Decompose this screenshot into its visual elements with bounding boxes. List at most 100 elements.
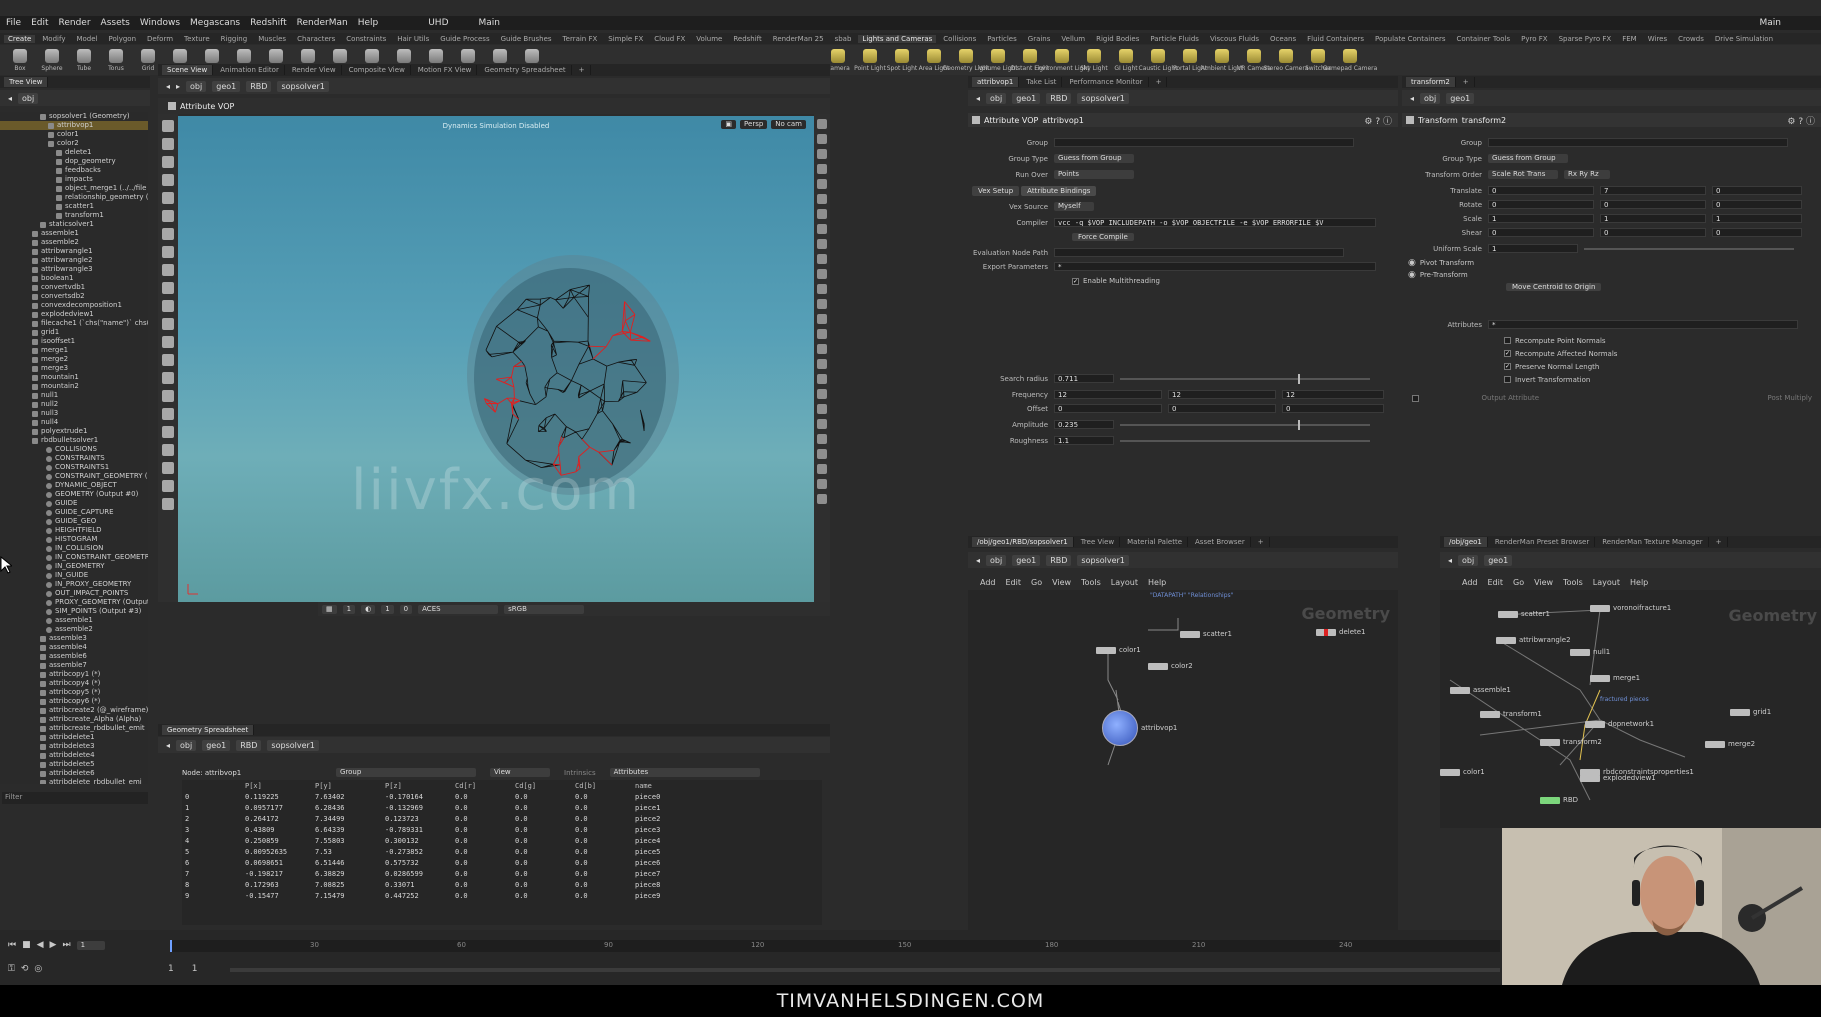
shelf-tab[interactable]: Redshift <box>729 35 765 43</box>
colorspace-menu[interactable]: ACES <box>418 605 498 614</box>
tree-node[interactable]: feedbacks <box>0 166 148 175</box>
network-menu-item[interactable]: Help <box>1148 578 1166 587</box>
network-menu-item[interactable]: View <box>1534 578 1553 587</box>
column-header[interactable]: name <box>632 780 692 791</box>
shelf-tab[interactable]: Guide Brushes <box>497 35 556 43</box>
vop-group-field[interactable] <box>1054 138 1354 147</box>
shelf-tab[interactable]: Oceans <box>1266 35 1300 43</box>
pane-tab[interactable]: Asset Browser <box>1190 537 1251 547</box>
stop-icon[interactable]: ■ <box>22 940 31 950</box>
key-icon[interactable]: ⚿ <box>8 964 15 974</box>
add-tab-icon[interactable]: + <box>1151 77 1168 87</box>
menu-redshift[interactable]: Redshift <box>250 18 287 28</box>
tree-node[interactable]: attribcopy5 (*) <box>0 688 148 697</box>
tree-node[interactable]: transform1 <box>0 211 148 220</box>
display-option-icon[interactable] <box>817 389 827 399</box>
xf-order-menu[interactable]: Scale Rot Trans <box>1488 170 1558 179</box>
shear-z[interactable]: 0 <box>1712 228 1802 237</box>
display-options-icon[interactable]: ▦ <box>322 605 337 614</box>
tab-attribute-bindings[interactable]: Attribute Bindings <box>1021 186 1096 196</box>
shelf-tool[interactable]: Sphere <box>38 49 66 72</box>
path-rbd[interactable]: RBD <box>1046 555 1071 566</box>
vex-source-menu[interactable]: Myself <box>1054 202 1094 211</box>
shelf-tool[interactable]: Volume Light <box>984 49 1012 72</box>
tree-node[interactable]: assemble2 <box>0 238 148 247</box>
tree-node[interactable]: attribdelete_rbdbullet_emi <box>0 778 148 784</box>
tree-node[interactable]: mountain1 <box>0 373 148 382</box>
gamma-value[interactable]: 1 <box>381 605 393 614</box>
uniform-scale-field[interactable]: 1 <box>1488 244 1578 253</box>
output-attribute-checkbox[interactable] <box>1412 395 1419 402</box>
shelf-tab[interactable]: Vellum <box>1057 35 1089 43</box>
tab-geometry-spreadsheet[interactable]: Geometry Spreadsheet <box>162 725 254 735</box>
shelf-tab[interactable]: Constraints <box>342 35 390 43</box>
tree-node[interactable]: isooffset1 <box>0 337 148 346</box>
shelf-tool[interactable]: Gamepad Camera <box>1336 49 1364 72</box>
translate-z[interactable]: 0 <box>1712 186 1802 195</box>
tree-node[interactable]: attribdelete6 <box>0 769 148 778</box>
display-option-icon[interactable] <box>817 254 827 264</box>
network-node[interactable]: assemble1 <box>1450 686 1511 694</box>
tree-node[interactable]: attribcopy4 (*) <box>0 679 148 688</box>
display-menu[interactable]: sRGB <box>504 605 584 614</box>
tree-node[interactable]: attribdelete5 <box>0 760 148 769</box>
expand-icon[interactable]: ◉ <box>1408 258 1416 268</box>
expand-icon[interactable]: ◉ <box>1408 270 1416 280</box>
viewport-tool-icon[interactable] <box>162 264 174 276</box>
display-option-icon[interactable] <box>817 449 827 459</box>
tree-node[interactable]: CONSTRAINTS <box>0 454 148 463</box>
amplitude-slider[interactable] <box>1120 424 1370 426</box>
display-option-icon[interactable] <box>817 149 827 159</box>
tree-node[interactable]: assemble3 <box>0 634 148 643</box>
add-tab-icon[interactable]: + <box>1711 537 1728 547</box>
shelf-tab[interactable]: Pyro FX <box>1517 35 1551 43</box>
viewport-tool-icon[interactable] <box>162 480 174 492</box>
path-obj[interactable]: obj <box>1458 555 1478 566</box>
shelf-tab[interactable]: Polygon <box>105 35 141 43</box>
tree-node[interactable]: boolean1 <box>0 274 148 283</box>
tree-filter[interactable]: Filter <box>2 792 148 804</box>
checkbox[interactable] <box>1504 376 1511 383</box>
shelf-tab[interactable]: Texture <box>180 35 214 43</box>
amplitude-field[interactable]: 0.235 <box>1054 420 1114 429</box>
viewport-tool-icon[interactable] <box>162 354 174 366</box>
tree-node[interactable]: COLLISIONS <box>0 445 148 454</box>
pane-tab[interactable]: Take List <box>1021 77 1062 87</box>
frequency-x[interactable]: 12 <box>1054 390 1162 399</box>
tree-node[interactable]: GEOMETRY (Output #0) <box>0 490 148 499</box>
shelf-tool[interactable]: Environment Light <box>1048 49 1076 72</box>
network-node[interactable]: null1 <box>1570 648 1610 656</box>
table-row[interactable]: 80.1729637.088250.330710.00.00.0piece8 <box>182 879 692 890</box>
playhead[interactable] <box>170 940 172 952</box>
last-frame-icon[interactable]: ⏭ <box>62 940 70 950</box>
network-node[interactable]: voronoifracture1 <box>1590 604 1671 612</box>
network-node[interactable]: explodedview1 <box>1580 774 1656 782</box>
viewport-tool-icon[interactable] <box>162 426 174 438</box>
menu-megascans[interactable]: Megascans <box>190 18 240 28</box>
shelf-tab[interactable]: Viscous Fluids <box>1206 35 1263 43</box>
shelf-tab[interactable]: Create <box>4 35 35 43</box>
shelf-tab[interactable]: Deform <box>143 35 177 43</box>
network-node[interactable]: attribwrangle2 <box>1496 636 1571 644</box>
network-node[interactable]: merge1 <box>1590 674 1640 682</box>
spreadsheet-attributes-field[interactable]: Attributes <box>610 768 760 777</box>
add-tab-icon[interactable]: + <box>1253 537 1270 547</box>
tree-node[interactable]: scatter1 <box>0 202 148 211</box>
shelf-tab[interactable]: sbab <box>831 35 856 43</box>
shelf-tool[interactable]: Caustic Light <box>1144 49 1172 72</box>
force-compile-button[interactable]: Force Compile <box>1072 233 1134 241</box>
xf-attributes-field[interactable]: * <box>1488 320 1798 329</box>
tree-node[interactable]: convertvdb1 <box>0 283 148 292</box>
tree-node[interactable]: attribdelete4 <box>0 751 148 760</box>
desktop-name[interactable]: Main <box>479 18 501 28</box>
shelf-tab[interactable]: Terrain FX <box>559 35 602 43</box>
play-icon[interactable]: ▶ <box>50 940 57 950</box>
shelf-tab[interactable]: Particles <box>983 35 1021 43</box>
eval-path-field[interactable] <box>1054 248 1344 257</box>
translate-y[interactable]: 7 <box>1600 186 1706 195</box>
vop-run-over-menu[interactable]: Points <box>1054 170 1134 179</box>
first-frame-icon[interactable]: ⏮ <box>8 940 16 950</box>
tree-node[interactable]: color2 <box>0 139 148 148</box>
path-obj[interactable]: obj <box>986 93 1006 104</box>
shelf-tab[interactable]: Crowds <box>1674 35 1708 43</box>
